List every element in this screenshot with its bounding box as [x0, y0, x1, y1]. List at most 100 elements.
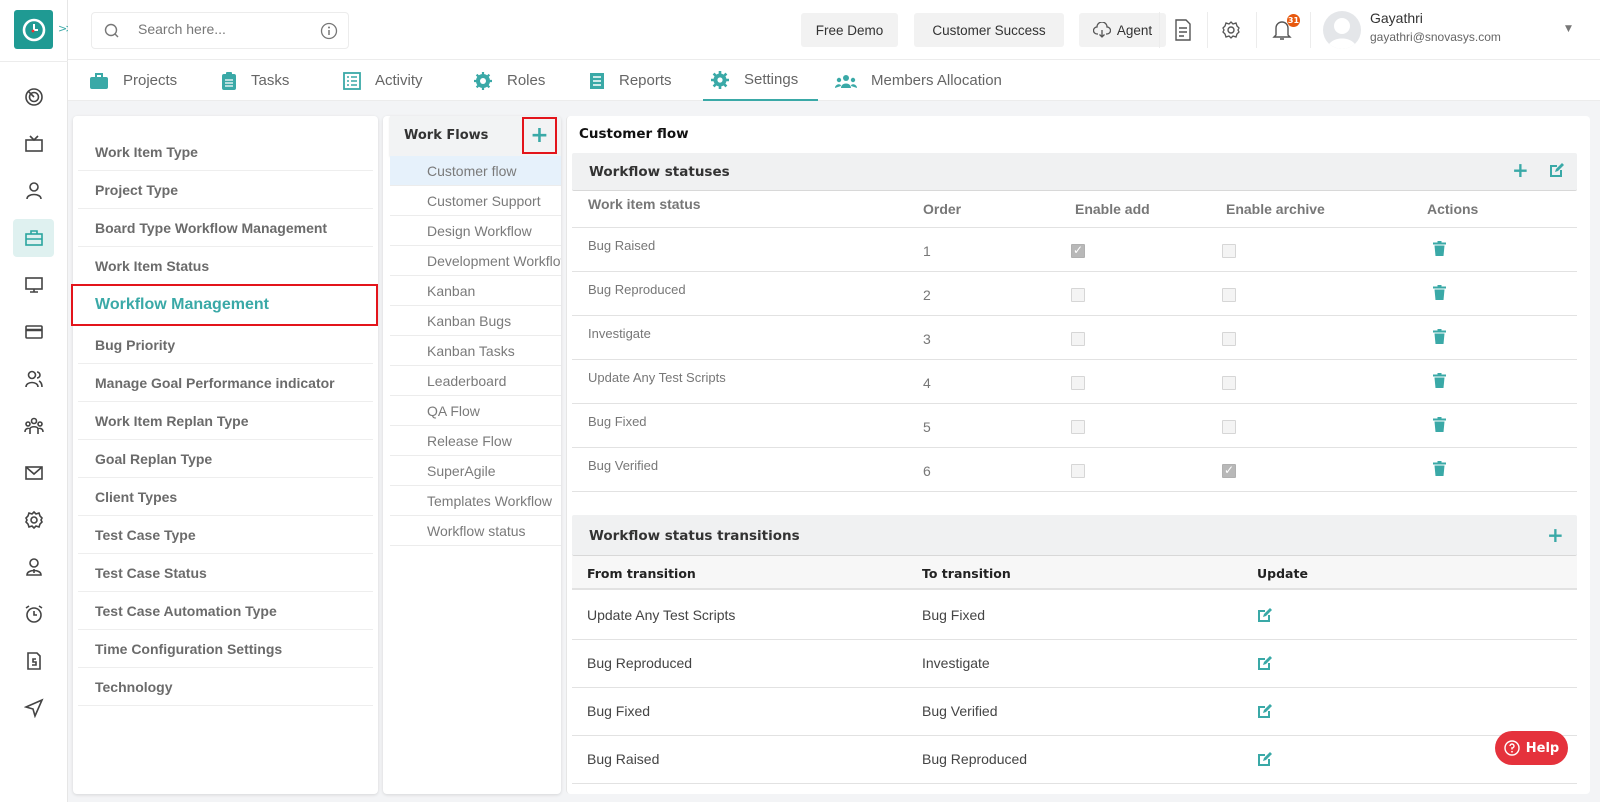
avatar[interactable] [1323, 11, 1361, 49]
workflow-item-label: Release Flow [427, 432, 512, 449]
status-name: Bug Fixed [588, 414, 647, 429]
settings-button[interactable] [1219, 18, 1243, 42]
enable-archive-checkbox[interactable] [1222, 420, 1236, 434]
enable-archive-checkbox[interactable] [1222, 244, 1236, 258]
settings-item-label: Work Item Status [95, 257, 210, 274]
settings-item-workflow-management[interactable]: Workflow Management [71, 284, 378, 326]
enable-add-checkbox[interactable] [1071, 243, 1085, 258]
transitions-title: Workflow status transitions [589, 528, 800, 544]
settings-item-project-type[interactable]: Project Type [78, 171, 373, 209]
enable-add-checkbox[interactable] [1071, 420, 1085, 434]
settings-item-work-item-type[interactable]: Work Item Type [78, 133, 373, 171]
enable-archive-checkbox[interactable] [1222, 376, 1236, 390]
workflow-item[interactable]: Release Flow [390, 426, 561, 456]
delete-status-button[interactable] [1433, 241, 1446, 260]
workflow-item[interactable]: Kanban Tasks [390, 336, 561, 366]
rail-item-send[interactable] [13, 689, 54, 727]
workflow-item[interactable]: Design Workflow [390, 216, 561, 246]
search-input[interactable] [138, 21, 308, 37]
settings-item-test-case-automation[interactable]: Test Case Automation Type [78, 592, 373, 630]
enable-archive-checkbox[interactable] [1222, 332, 1236, 346]
rail-item-tv[interactable] [13, 125, 54, 163]
update-transition-button[interactable] [1257, 655, 1273, 675]
rail-item-user[interactable] [13, 172, 54, 210]
enable-add-checkbox[interactable] [1071, 332, 1085, 346]
enable-add-checkbox[interactable] [1071, 288, 1085, 302]
tab-tasks[interactable]: Tasks [221, 60, 289, 101]
status-name: Bug Verified [588, 458, 659, 473]
rail-item-billing[interactable] [13, 313, 54, 351]
workflow-item[interactable]: SuperAgile [390, 456, 561, 486]
workflow-item-label: QA Flow [427, 402, 480, 419]
settings-item-client-types[interactable]: Client Types [78, 478, 373, 516]
document-button[interactable] [1171, 18, 1195, 42]
tab-members-allocation[interactable]: Members Allocation [835, 60, 1002, 101]
settings-item-board-type-workflow[interactable]: Board Type Workflow Management [78, 209, 373, 247]
rail-item-profile[interactable] [13, 548, 54, 586]
user-tie-icon [25, 558, 42, 576]
free-demo-button[interactable]: Free Demo [801, 13, 898, 47]
left-rail: >>> [0, 0, 82, 802]
customer-success-button[interactable]: Customer Success [914, 13, 1064, 47]
enable-archive-checkbox[interactable] [1222, 288, 1236, 302]
settings-item-work-item-replan[interactable]: Work Item Replan Type [78, 402, 373, 440]
settings-item-time-configuration[interactable]: Time Configuration Settings [78, 630, 373, 668]
workflow-item[interactable]: Customer flow [390, 156, 561, 186]
tab-reports[interactable]: Reports [589, 60, 672, 101]
workflow-item[interactable]: Kanban Bugs [390, 306, 561, 336]
tab-roles[interactable]: Roles [473, 60, 545, 101]
update-transition-button[interactable] [1257, 607, 1273, 627]
rail-item-projects[interactable] [13, 219, 54, 257]
workflow-item[interactable]: Kanban [390, 276, 561, 306]
rail-item-team[interactable] [13, 407, 54, 445]
update-transition-button[interactable] [1257, 751, 1273, 771]
tab-activity[interactable]: Activity [343, 60, 423, 101]
delete-status-button[interactable] [1433, 373, 1446, 392]
rail-item-settings[interactable] [13, 501, 54, 539]
workflow-item[interactable]: Development Workflow [390, 246, 561, 276]
agent-button[interactable]: Agent [1079, 13, 1166, 47]
workflow-item[interactable]: Customer Support [390, 186, 561, 216]
workflow-item[interactable]: QA Flow [390, 396, 561, 426]
rail-item-invoice[interactable] [13, 642, 54, 680]
tab-projects[interactable]: Projects [89, 60, 177, 101]
enable-archive-checkbox[interactable] [1222, 463, 1236, 478]
add-status-button[interactable]: + [1512, 158, 1529, 182]
delete-status-button[interactable] [1433, 417, 1446, 436]
help-button[interactable]: Help [1495, 731, 1568, 765]
workflow-item[interactable]: Leaderboard [390, 366, 561, 396]
delete-status-button[interactable] [1433, 329, 1446, 348]
credit-card-icon [24, 325, 43, 339]
delete-status-button[interactable] [1433, 461, 1446, 480]
rail-item-target[interactable] [13, 78, 54, 116]
settings-item-bug-priority[interactable]: Bug Priority [78, 326, 373, 364]
search-box[interactable] [91, 12, 349, 49]
status-name: Update Any Test Scripts [588, 370, 726, 385]
update-transition-button[interactable] [1257, 703, 1273, 723]
tab-settings[interactable]: Settings [703, 60, 818, 101]
workflow-item-label: Kanban [427, 282, 476, 299]
enable-add-checkbox[interactable] [1071, 464, 1085, 478]
settings-item-test-case-type[interactable]: Test Case Type [78, 516, 373, 554]
rail-item-users[interactable] [13, 360, 54, 398]
settings-item-work-item-status[interactable]: Work Item Status [78, 247, 373, 285]
add-transition-button[interactable]: + [1547, 523, 1564, 547]
delete-status-button[interactable] [1433, 285, 1446, 304]
info-icon[interactable] [320, 22, 338, 44]
rail-item-mail[interactable] [13, 454, 54, 492]
settings-item-label: Work Item Replan Type [95, 412, 249, 429]
settings-item-goal-replan[interactable]: Goal Replan Type [78, 440, 373, 478]
settings-item-goal-performance[interactable]: Manage Goal Performance indicator [78, 364, 373, 402]
user-menu-caret-icon[interactable]: ▼ [1565, 24, 1572, 34]
workflow-item[interactable]: Templates Workflow [390, 486, 561, 516]
add-workflow-button[interactable]: + [522, 117, 557, 154]
settings-item-technology[interactable]: Technology [78, 668, 373, 706]
app-logo[interactable] [14, 10, 53, 49]
notifications-button[interactable]: 31 [1270, 14, 1300, 42]
rail-item-alarm[interactable] [13, 595, 54, 633]
workflow-item[interactable]: Workflow status [390, 516, 561, 546]
settings-item-test-case-status[interactable]: Test Case Status [78, 554, 373, 592]
rail-item-monitor[interactable] [13, 266, 54, 304]
enable-add-checkbox[interactable] [1071, 376, 1085, 390]
edit-statuses-button[interactable] [1549, 162, 1565, 182]
